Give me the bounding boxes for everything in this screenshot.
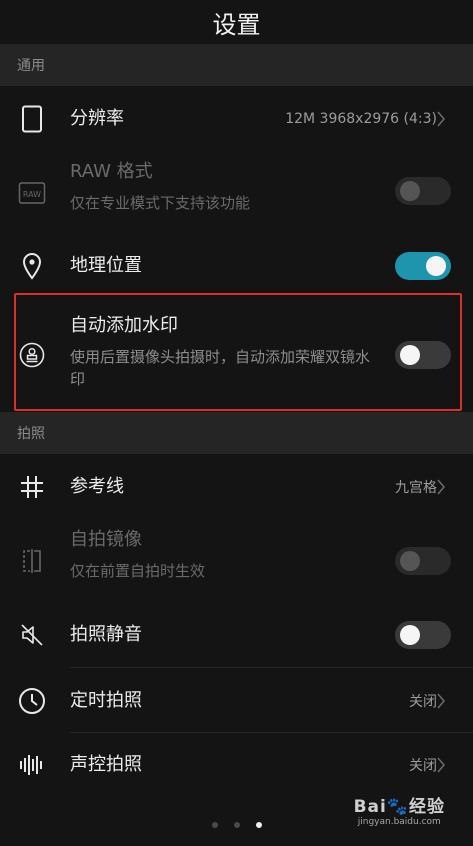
- chevron-right-icon: [437, 479, 445, 495]
- watermark-brand: Bai🐾经验: [353, 797, 445, 817]
- clock-icon: [16, 685, 48, 717]
- section-header-camera: 拍照: [0, 412, 473, 454]
- watermark-label: 自动添加水印: [70, 315, 178, 336]
- watermark-desc: 使用后置摄像头拍摄时，自动添加荣耀双镜水印: [70, 348, 371, 388]
- timer-label: 定时拍照: [70, 689, 142, 711]
- resolution-row[interactable]: 分辨率 12M 3968x2976 (4:3): [0, 86, 473, 152]
- shutter-mute-toggle[interactable]: [395, 621, 451, 649]
- chevron-right-icon: [437, 693, 445, 708]
- selfie-mirror-row: 自拍镜像 仅在前置自拍时生效: [0, 520, 473, 602]
- sound-wave-icon: [16, 749, 48, 781]
- location-toggle[interactable]: [395, 252, 451, 280]
- section-header-general: 通用: [0, 44, 473, 86]
- raw-format-row: RAW RAW 格式 仅在专业模式下支持该功能: [0, 152, 473, 234]
- resolution-value: 12M 3968x2976 (4:3): [285, 111, 437, 127]
- raw-format-desc: 仅在专业模式下支持该功能: [70, 194, 251, 212]
- shutter-mute-label: 拍照静音: [70, 624, 142, 645]
- watermark-row[interactable]: 自动添加水印 使用后置摄像头拍摄时，自动添加荣耀双镜水印: [0, 298, 473, 412]
- watermark-url: jingyan.baidu.com: [357, 817, 441, 827]
- gridlines-value: 九宫格: [395, 480, 437, 496]
- page-dot[interactable]: [211, 822, 218, 828]
- baidu-jingyan-watermark: Bai🐾经验 jingyan.baidu.com: [354, 792, 445, 827]
- page-dot[interactable]: [233, 822, 240, 828]
- selfie-mirror-label: 自拍镜像: [70, 529, 142, 550]
- watermark-toggle[interactable]: [395, 341, 451, 369]
- phone-icon: [16, 103, 48, 135]
- selfie-mirror-desc: 仅在前置自拍时生效: [70, 562, 206, 580]
- selfie-mirror-toggle: [395, 547, 451, 575]
- timer-value: 关闭: [409, 693, 437, 710]
- chevron-right-icon: [437, 757, 445, 773]
- voice-control-label: 声控拍照: [70, 754, 142, 775]
- raw-format-label: RAW 格式: [70, 161, 153, 182]
- page-title: 设置: [0, 0, 473, 44]
- svg-text:RAW: RAW: [23, 190, 41, 199]
- raw-format-toggle: [395, 177, 451, 205]
- mirror-icon: [16, 545, 48, 577]
- location-pin-icon: [16, 250, 48, 282]
- speaker-mute-icon: [16, 619, 48, 651]
- raw-icon: RAW: [16, 177, 48, 209]
- location-row[interactable]: 地理位置: [0, 234, 473, 298]
- chevron-right-icon: [437, 111, 445, 127]
- timer-row[interactable]: 定时拍照 关闭: [0, 668, 473, 733]
- voice-control-row[interactable]: 声控拍照 关闭: [0, 733, 473, 797]
- location-label: 地理位置: [70, 255, 142, 276]
- shutter-mute-row[interactable]: 拍照静音: [0, 602, 473, 668]
- grid-icon: [16, 471, 48, 503]
- voice-control-value: 关闭: [409, 758, 437, 774]
- page-dot-active[interactable]: [255, 822, 262, 828]
- gridlines-label: 参考线: [70, 476, 124, 497]
- gridlines-row[interactable]: 参考线 九宫格: [0, 454, 473, 520]
- stamp-icon: [16, 339, 48, 371]
